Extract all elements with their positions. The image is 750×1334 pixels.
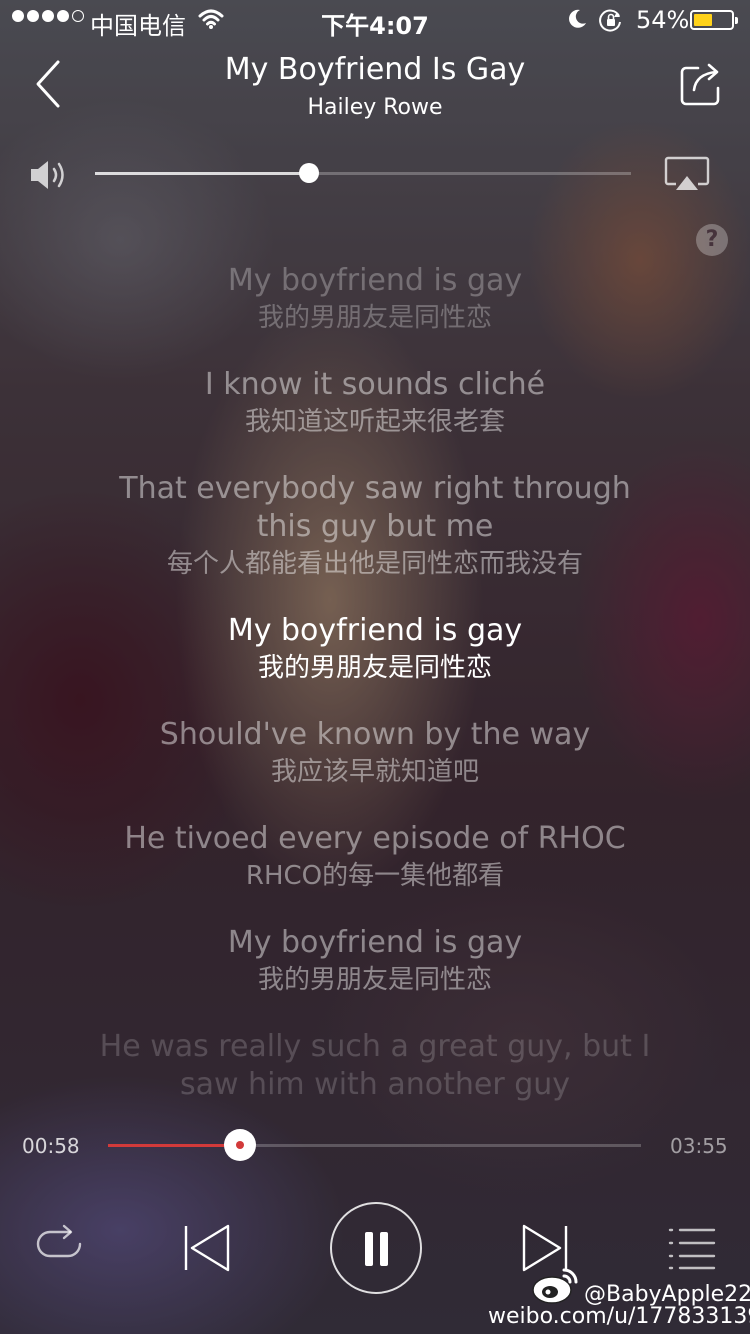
lyric-line[interactable]: That everybody saw right through this gu… <box>0 470 750 582</box>
battery-icon <box>690 10 738 30</box>
lyric-english: My boyfriend is gay <box>227 613 523 648</box>
status-bar: 中国电信 下午4:07 54% <box>0 0 750 40</box>
lyric-line[interactable]: My boyfriend is gay 我的男朋友是同性恋 <box>0 262 750 336</box>
lyric-chinese: RHCO的每一集他都看 <box>245 861 505 891</box>
pause-icon <box>365 1232 373 1266</box>
elapsed-time: 00:58 <box>22 1134 80 1158</box>
lyric-english: He tivoed every episode of RHOC <box>124 821 626 856</box>
volume-slider[interactable] <box>95 163 631 183</box>
pause-icon-bar <box>380 1232 388 1266</box>
lyric-chinese: 我应该早就知道吧 <box>270 757 479 787</box>
lyric-line[interactable]: My boyfriend is gay 我的男朋友是同性恋 <box>0 924 750 998</box>
lyric-english: He was really such a great guy, but I sa… <box>99 1029 651 1102</box>
progress-knob[interactable] <box>223 1129 256 1161</box>
lyric-chinese: 我知道这听起来很老套 <box>244 407 505 437</box>
progress-slider[interactable] <box>108 1129 641 1161</box>
previous-track-icon[interactable] <box>182 1222 232 1274</box>
total-time: 03:55 <box>670 1134 728 1158</box>
lyric-line[interactable]: Should've known by the way 我应该早就知道吧 <box>0 716 750 790</box>
lyrics-panel[interactable]: My boyfriend is gay 我的男朋友是同性恋 I know it so… <box>0 262 750 1102</box>
progress-fill <box>108 1144 240 1147</box>
volume-fill <box>95 172 310 175</box>
lyric-line-current[interactable]: My boyfriend is gay 我的男朋友是同性恋 <box>0 612 750 686</box>
lyric-line[interactable]: I know it sounds cliché 我知道这听起来很老套 <box>0 366 750 440</box>
watermark-url: weibo.com/u/1778331393 <box>488 1304 750 1329</box>
lyric-english: I know it sounds cliché <box>204 367 546 402</box>
lyric-english: Should've known by the way <box>159 717 591 752</box>
lyric-english: My boyfriend is gay <box>227 925 523 960</box>
share-icon[interactable] <box>676 58 726 110</box>
lyric-chinese: 我的男朋友是同性恋 <box>257 965 492 995</box>
lyric-chinese: 我的男朋友是同性恋 <box>257 303 492 333</box>
battery-percent: 54% <box>636 6 690 34</box>
pause-button[interactable] <box>330 1202 422 1294</box>
lyric-line[interactable]: He was really such a great guy, but I sa… <box>0 1028 750 1102</box>
moon-icon <box>569 9 586 28</box>
airplay-icon[interactable] <box>664 156 710 194</box>
artist-name: Hailey Rowe <box>307 95 443 120</box>
lyric-line[interactable]: He tivoed every episode of RHOC RHCO的每一集他… <box>0 820 750 894</box>
song-title: My Boyfriend Is Gay <box>224 52 526 87</box>
playlist-icon[interactable] <box>668 1226 716 1270</box>
lyric-english: My boyfriend is gay <box>227 263 523 298</box>
repeat-icon[interactable] <box>34 1222 84 1268</box>
lyric-chinese: 我的男朋友是同性恋 <box>257 653 492 683</box>
lyric-english: That everybody saw right through this gu… <box>119 471 631 544</box>
help-icon[interactable]: ? <box>696 224 728 256</box>
speaker-icon <box>31 161 64 189</box>
rotation-lock-icon <box>599 9 621 32</box>
lyric-chinese: 每个人都能看出他是同性恋而我没有 <box>166 549 583 579</box>
weibo-logo-icon <box>532 1268 578 1304</box>
